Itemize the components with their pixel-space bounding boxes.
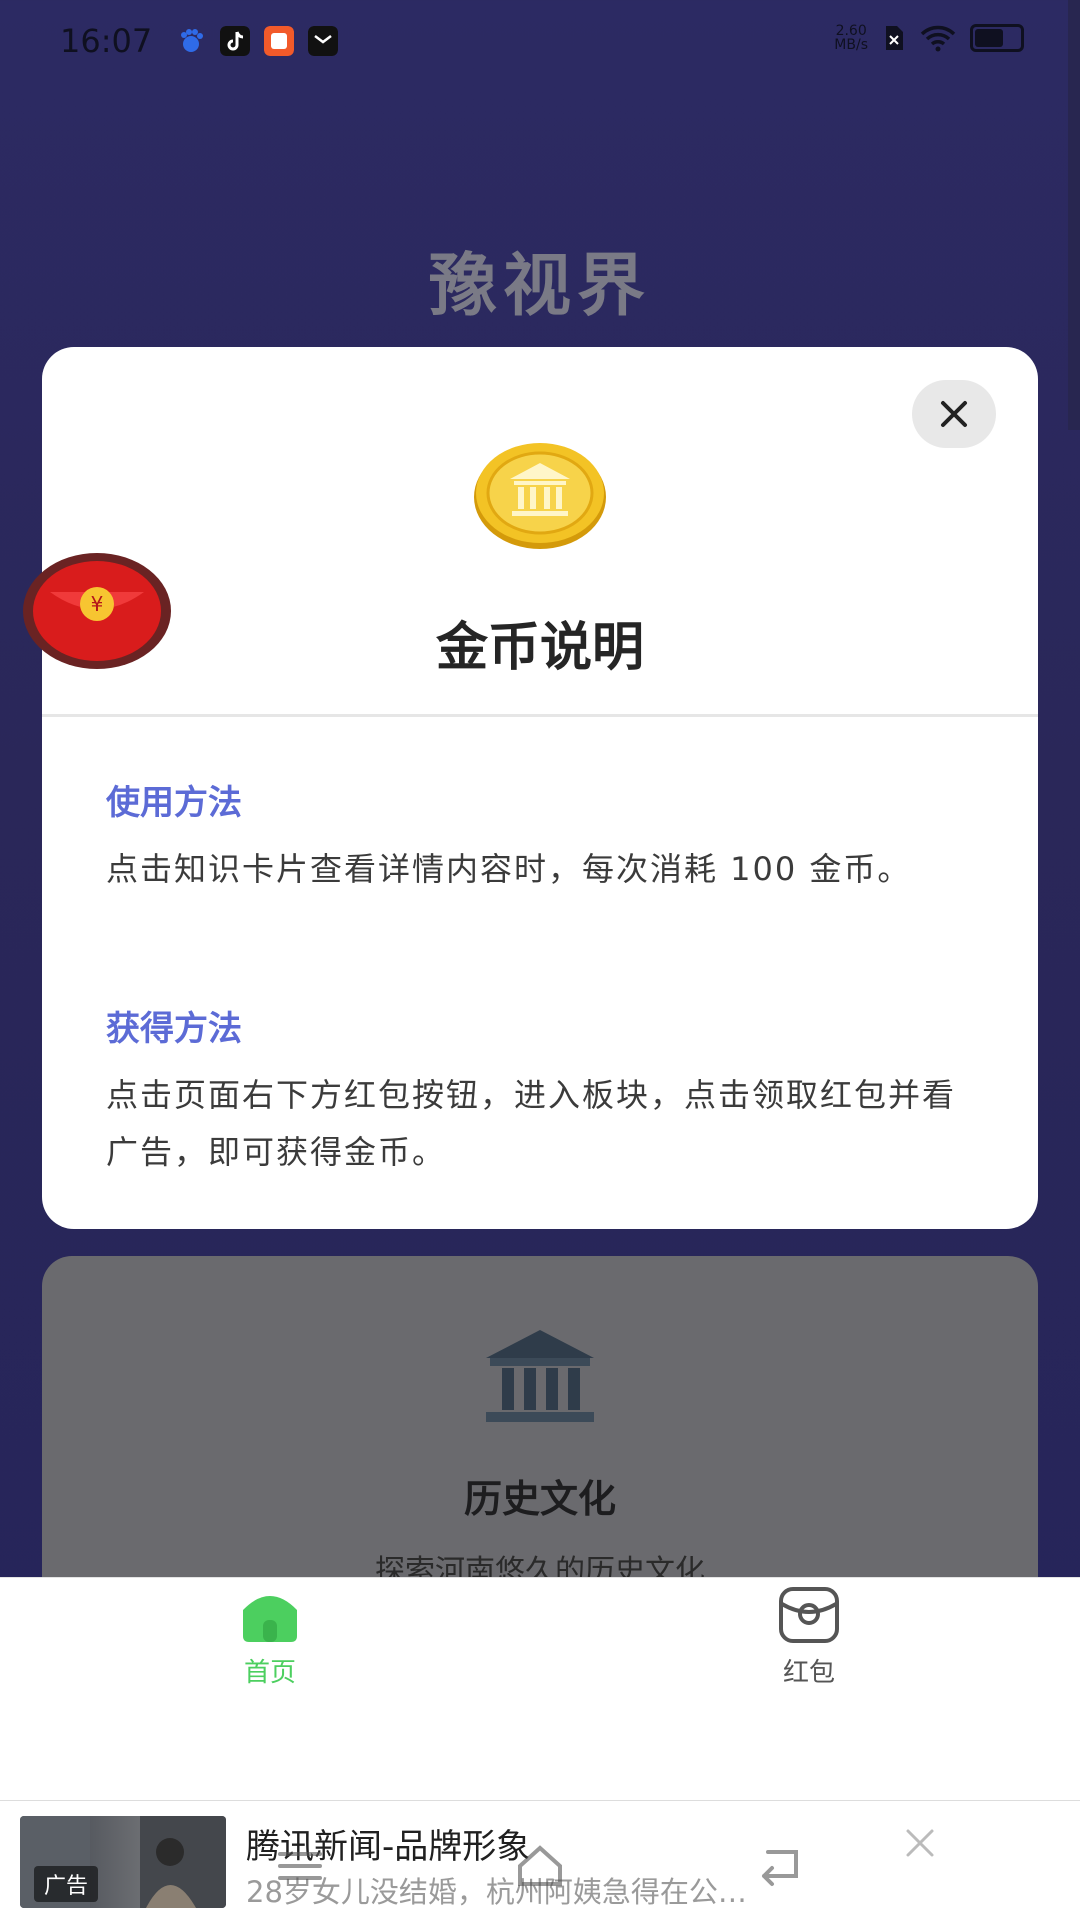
earn-body: 点击页面右下方红包按钮，进入板块，点击领取红包并看广告，即可获得金币。 xyxy=(106,1076,957,1171)
app-icon xyxy=(264,26,294,56)
museum-icon xyxy=(486,1330,594,1422)
menu-nav-icon[interactable] xyxy=(270,1836,330,1892)
net-speed: 2.60 MB/s xyxy=(834,24,868,52)
home-icon xyxy=(243,1596,297,1642)
net-speed-unit: MB/s xyxy=(834,37,868,53)
divider xyxy=(42,714,1038,717)
usage-body: 点击知识卡片查看详情内容时，每次消耗 100 金币。 xyxy=(106,850,912,888)
tab-home-label: 首页 xyxy=(243,1658,296,1688)
wifi-icon xyxy=(920,25,956,52)
earn-heading: 获得方法 xyxy=(106,1009,242,1049)
baidu-icon xyxy=(181,29,203,52)
back-nav-icon[interactable] xyxy=(750,1836,810,1892)
app-title: 豫视界 xyxy=(428,247,651,326)
home-nav-icon[interactable] xyxy=(510,1836,570,1892)
tiktok-icon xyxy=(220,26,250,56)
status-bar: 16:07 2.60 MB/s xyxy=(0,0,1080,86)
close-button[interactable] xyxy=(912,380,996,448)
tab-red-packet-label: 红包 xyxy=(782,1658,835,1688)
usage-heading: 使用方法 xyxy=(106,783,242,823)
notification-icons xyxy=(176,26,338,56)
dialog-title: 金币说明 xyxy=(435,618,644,678)
coin-info-dialog: 金币说明 使用方法 点击知识卡片查看详情内容时，每次消耗 100 金币。 获得方… xyxy=(42,347,1038,1229)
svg-text:¥: ¥ xyxy=(91,592,104,616)
card-title: 历史文化 xyxy=(463,1477,616,1521)
scroll-indicator[interactable] xyxy=(1068,0,1080,430)
system-nav-bar xyxy=(0,1836,1080,1896)
red-packet-icon xyxy=(779,1587,839,1643)
tab-red-packet[interactable]: 红包 xyxy=(709,1586,909,1706)
nosim-icon xyxy=(886,26,903,50)
tab-home[interactable]: 首页 xyxy=(170,1586,370,1706)
history-culture-card[interactable]: 历史文化 探索河南悠久的历史文化 xyxy=(42,1256,1038,1616)
close-icon xyxy=(941,401,967,427)
gold-coin-icon xyxy=(474,443,606,549)
bottom-tab-bar: 首页 红包 xyxy=(0,1577,1080,1803)
status-time: 16:07 xyxy=(60,22,153,60)
battery-icon xyxy=(970,24,1024,52)
red-packet-float-button[interactable]: ¥ xyxy=(22,552,172,670)
mail-icon xyxy=(308,26,338,56)
net-speed-value: 2.60 xyxy=(835,23,867,39)
